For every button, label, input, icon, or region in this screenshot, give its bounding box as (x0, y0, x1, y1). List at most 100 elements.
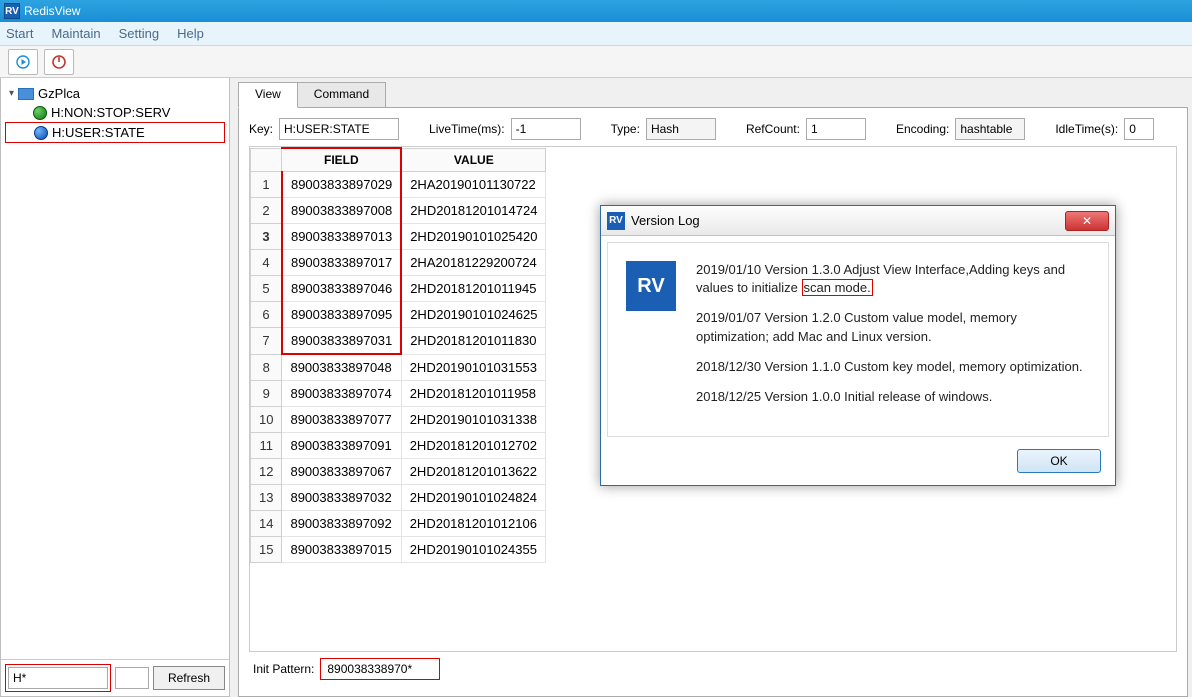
tree-key-0[interactable]: H:NON:STOP:SERV (5, 103, 225, 122)
cell-value[interactable]: 2HD20181201011958 (401, 381, 546, 407)
col-field[interactable]: FIELD (282, 148, 401, 172)
menu-setting[interactable]: Setting (119, 26, 159, 41)
menu-start[interactable]: Start (6, 26, 33, 41)
cell-field[interactable]: 89003833897048 (282, 354, 401, 381)
cell-value[interactable]: 2HA20190101130722 (401, 172, 546, 198)
row-number: 1 (251, 172, 282, 198)
refresh-button[interactable]: Refresh (153, 666, 225, 690)
cell-value[interactable]: 2HD20181201013622 (401, 459, 546, 485)
init-pattern-label: Init Pattern: (253, 662, 314, 676)
table-row[interactable]: 13890038338970322HD20190101024824 (251, 485, 546, 511)
table-row[interactable]: 14890038338970922HD20181201012106 (251, 511, 546, 537)
type-input (646, 118, 716, 140)
cell-value[interactable]: 2HD20181201014724 (401, 198, 546, 224)
cell-value[interactable]: 2HD20190101024355 (401, 537, 546, 563)
pattern-input[interactable] (8, 667, 108, 689)
cell-value[interactable]: 2HD20181201012702 (401, 433, 546, 459)
refcount-label: RefCount: (746, 122, 800, 136)
menu-maintain[interactable]: Maintain (51, 26, 100, 41)
row-number: 6 (251, 302, 282, 328)
cell-value[interactable]: 2HD20181201011830 (401, 328, 546, 355)
scan-mode-highlight: scan mode. (802, 279, 873, 296)
ok-button[interactable]: OK (1017, 449, 1101, 473)
globe-icon (34, 126, 48, 140)
version-entry: 2018/12/25 Version 1.0.0 Initial release… (696, 388, 1090, 406)
row-number: 5 (251, 276, 282, 302)
cell-field[interactable]: 89003833897046 (282, 276, 401, 302)
col-value[interactable]: VALUE (401, 148, 546, 172)
version-entry: 2019/01/10 Version 1.3.0 Adjust View Int… (696, 261, 1090, 297)
pattern-extra-input[interactable] (115, 667, 149, 689)
cell-field[interactable]: 89003833897095 (282, 302, 401, 328)
init-pattern-input[interactable] (320, 658, 440, 680)
encoding-input (955, 118, 1025, 140)
cell-value[interactable]: 2HD20190101025420 (401, 224, 546, 250)
cell-value[interactable]: 2HD20190101031338 (401, 407, 546, 433)
cell-field[interactable]: 89003833897091 (282, 433, 401, 459)
tab-view[interactable]: View (238, 82, 298, 108)
table-row[interactable]: 15890038338970152HD20190101024355 (251, 537, 546, 563)
tree-connection[interactable]: GzPlca (5, 84, 225, 103)
version-entry: 2019/01/07 Version 1.2.0 Custom value mo… (696, 309, 1090, 345)
row-number: 15 (251, 537, 282, 563)
table-row[interactable]: 2890038338970082HD20181201014724 (251, 198, 546, 224)
table-row[interactable]: 3890038338970132HD20190101025420 (251, 224, 546, 250)
cell-value[interactable]: 2HD20181201011945 (401, 276, 546, 302)
cell-field[interactable]: 89003833897077 (282, 407, 401, 433)
livetime-label: LiveTime(ms): (429, 122, 505, 136)
power-button[interactable] (44, 49, 74, 75)
tree-key-label: H:USER:STATE (52, 125, 145, 140)
livetime-input[interactable] (511, 118, 581, 140)
cell-field[interactable]: 89003833897074 (282, 381, 401, 407)
table-row[interactable]: 8890038338970482HD20190101031553 (251, 354, 546, 381)
play-button[interactable] (8, 49, 38, 75)
table-row[interactable]: 6890038338970952HD20190101024625 (251, 302, 546, 328)
init-pattern-row: Init Pattern: (249, 652, 1177, 686)
table-row[interactable]: 12890038338970672HD20181201013622 (251, 459, 546, 485)
cell-value[interactable]: 2HA20181229200724 (401, 250, 546, 276)
cell-field[interactable]: 89003833897015 (282, 537, 401, 563)
menu-help[interactable]: Help (177, 26, 204, 41)
table-row[interactable]: 11890038338970912HD20181201012702 (251, 433, 546, 459)
row-number: 14 (251, 511, 282, 537)
table-row[interactable]: 9890038338970742HD20181201011958 (251, 381, 546, 407)
key-label: Key: (249, 122, 273, 136)
cell-field[interactable]: 89003833897032 (282, 485, 401, 511)
cell-field[interactable]: 89003833897008 (282, 198, 401, 224)
row-number: 12 (251, 459, 282, 485)
version-log-dialog: RV Version Log ✕ RV 2019/01/10 Version 1… (600, 205, 1116, 486)
table-row[interactable]: 7890038338970312HD20181201011830 (251, 328, 546, 355)
dialog-titlebar[interactable]: RV Version Log ✕ (601, 206, 1115, 236)
app-icon: RV (4, 3, 20, 19)
dialog-close-button[interactable]: ✕ (1065, 211, 1109, 231)
cell-value[interactable]: 2HD20190101031553 (401, 354, 546, 381)
cell-value[interactable]: 2HD20181201012106 (401, 511, 546, 537)
row-number: 9 (251, 381, 282, 407)
cell-field[interactable]: 89003833897029 (282, 172, 401, 198)
table-row[interactable]: 5890038338970462HD20181201011945 (251, 276, 546, 302)
property-bar: Key: LiveTime(ms): Type: RefCount: Encod… (249, 118, 1177, 140)
idletime-input (1124, 118, 1154, 140)
cell-value[interactable]: 2HD20190101024625 (401, 302, 546, 328)
menubar: Start Maintain Setting Help (0, 22, 1192, 46)
row-number: 8 (251, 354, 282, 381)
tree-key-1[interactable]: H:USER:STATE (5, 122, 225, 143)
table-row[interactable]: 10890038338970772HD20190101031338 (251, 407, 546, 433)
row-number: 10 (251, 407, 282, 433)
cell-field[interactable]: 89003833897031 (282, 328, 401, 355)
cell-field[interactable]: 89003833897013 (282, 224, 401, 250)
dialog-body: RV 2019/01/10 Version 1.3.0 Adjust View … (607, 242, 1109, 437)
dialog-app-icon: RV (626, 261, 676, 311)
cell-field[interactable]: 89003833897092 (282, 511, 401, 537)
refcount-input (806, 118, 866, 140)
row-number: 2 (251, 198, 282, 224)
key-input[interactable] (279, 118, 399, 140)
cell-field[interactable]: 89003833897067 (282, 459, 401, 485)
encoding-label: Encoding: (896, 122, 949, 136)
table-row[interactable]: 4890038338970172HA20181229200724 (251, 250, 546, 276)
table-row[interactable]: 1890038338970292HA20190101130722 (251, 172, 546, 198)
connection-icon (18, 88, 34, 100)
cell-field[interactable]: 89003833897017 (282, 250, 401, 276)
cell-value[interactable]: 2HD20190101024824 (401, 485, 546, 511)
tab-command[interactable]: Command (297, 82, 386, 108)
